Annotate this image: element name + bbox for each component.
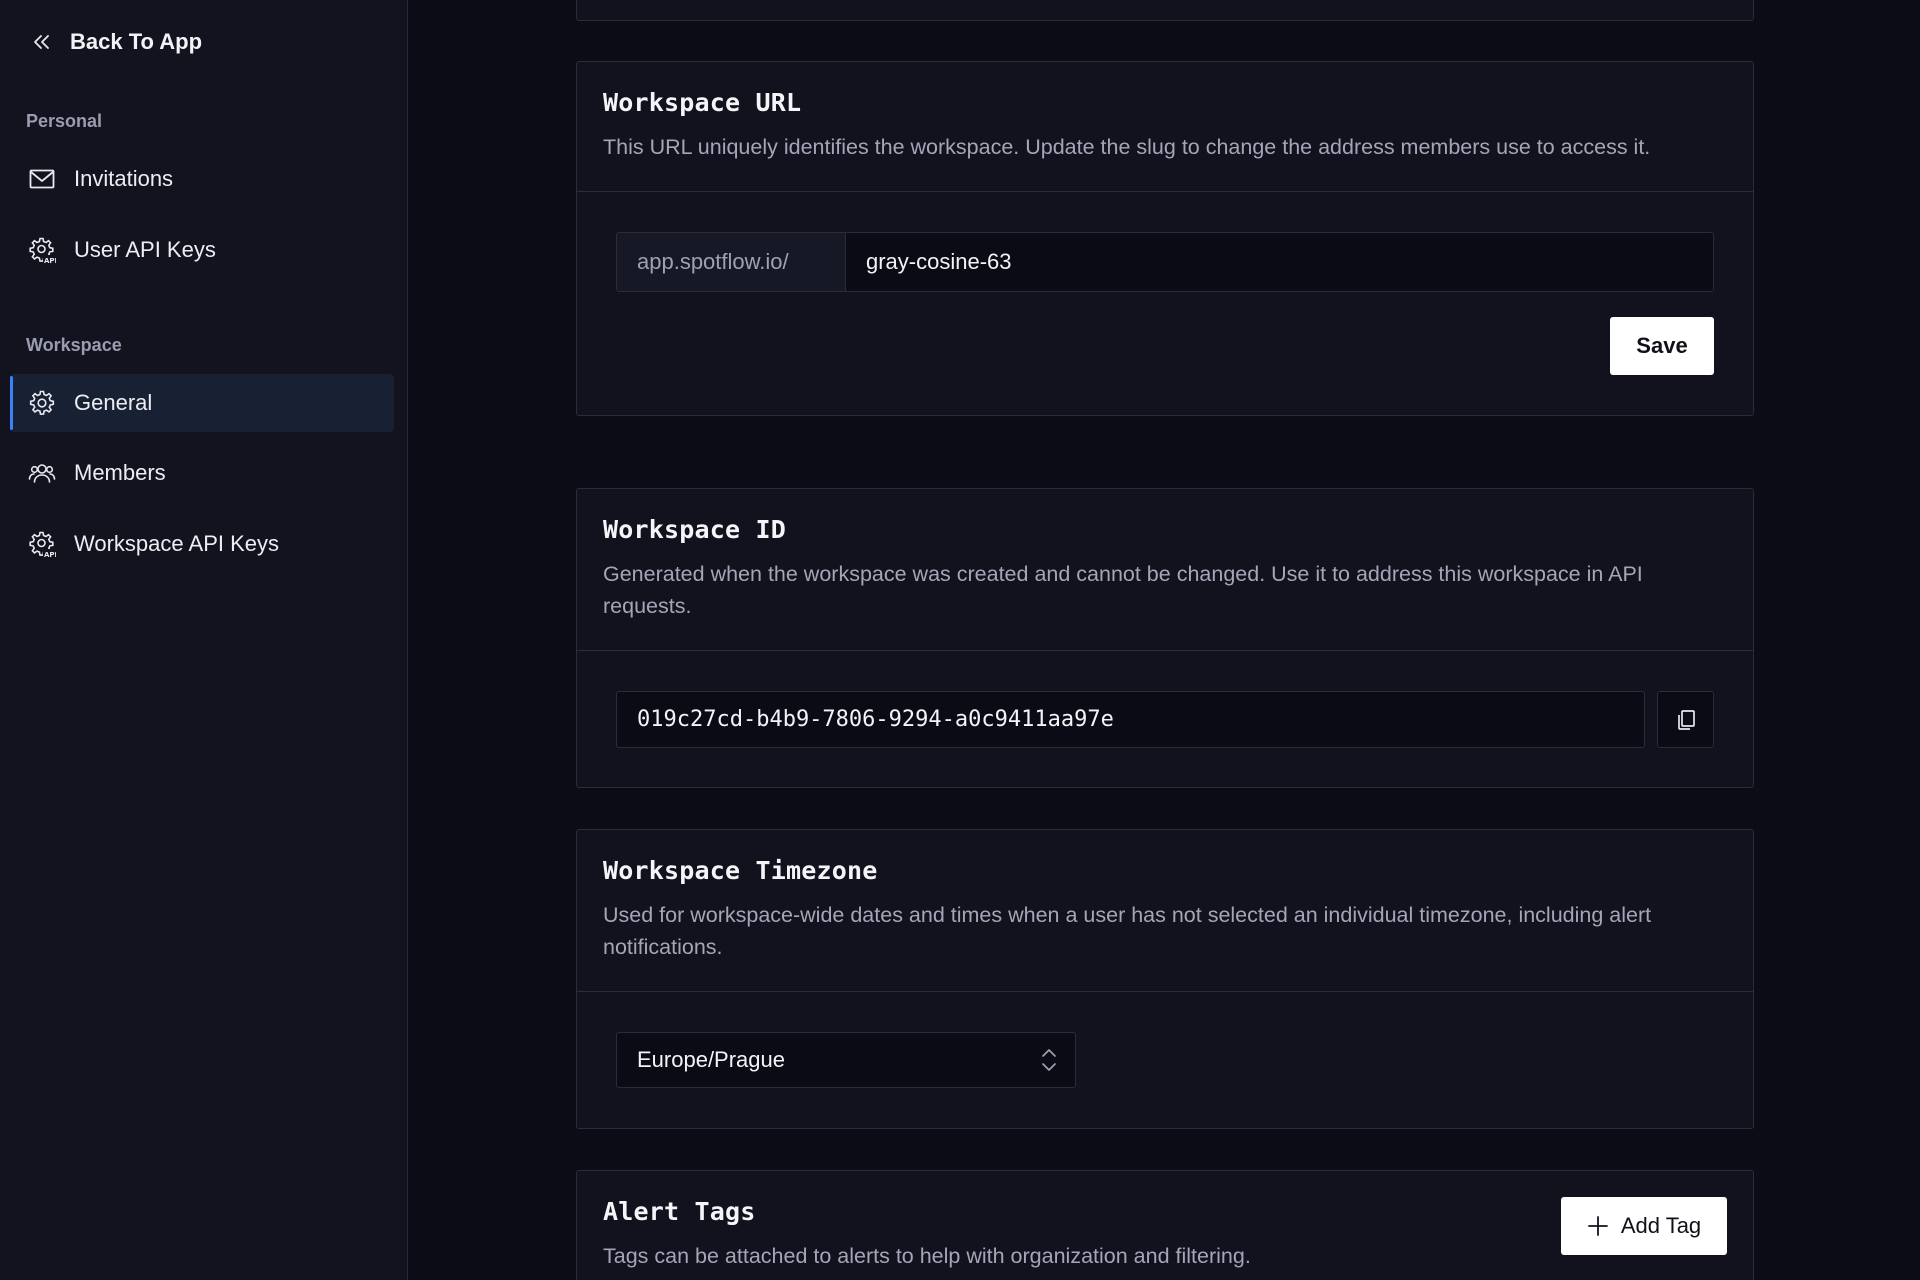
gear-api-icon: API xyxy=(29,531,56,558)
workspace-id-value[interactable]: 019c27cd-b4b9-7806-9294-a0c9411aa97e xyxy=(616,691,1645,748)
alert-tags-card: Alert Tags Tags can be attached to alert… xyxy=(576,1170,1754,1280)
timezone-select[interactable]: Europe/Prague xyxy=(616,1032,1076,1088)
svg-text:API: API xyxy=(44,551,56,558)
sidebar-item-label: User API Keys xyxy=(74,237,216,262)
workspace-url-field: app.spotflow.io/ xyxy=(616,232,1714,292)
settings-app: Back To App Personal Invitations API Use… xyxy=(0,0,1920,1280)
envelope-icon xyxy=(29,169,55,189)
sidebar-item-label: General xyxy=(74,390,153,415)
double-chevron-left-icon xyxy=(34,35,49,49)
workspace-id-card: Workspace ID Generated when the workspac… xyxy=(576,488,1754,788)
card-header: Workspace URL This URL uniquely identifi… xyxy=(577,62,1753,192)
card-header: Workspace Timezone Used for workspace-wi… xyxy=(577,830,1753,992)
users-icon xyxy=(28,464,56,483)
add-tag-label: Add Tag xyxy=(1620,1213,1702,1238)
card-body: Europe/Prague xyxy=(577,992,1753,1128)
card-description: Generated when the workspace was created… xyxy=(603,562,1643,618)
back-to-app-label: Back To App xyxy=(70,29,203,54)
add-tag-button[interactable]: Add Tag xyxy=(1561,1197,1727,1255)
card-body: app.spotflow.io/ Save xyxy=(577,192,1753,415)
copy-button[interactable] xyxy=(1657,691,1714,748)
card-body: 019c27cd-b4b9-7806-9294-a0c9411aa97e xyxy=(577,651,1753,787)
workspace-slug-input[interactable] xyxy=(846,233,1713,291)
workspace-section-label: Workspace xyxy=(26,335,122,355)
back-to-app-link[interactable]: Back To App xyxy=(30,22,202,62)
previous-card xyxy=(576,0,1754,21)
save-button[interactable]: Save xyxy=(1610,317,1714,375)
plus-icon xyxy=(1587,1216,1608,1236)
card-title: Alert Tags xyxy=(603,1197,756,1226)
personal-section-label: Personal xyxy=(26,111,103,131)
card-title: Workspace Timezone xyxy=(603,856,878,885)
sidebar-item-label: Workspace API Keys xyxy=(74,531,280,556)
sidebar-item-invitations[interactable]: Invitations xyxy=(10,150,394,208)
gear-icon xyxy=(29,390,55,415)
workspace-url-card: Workspace URL This URL uniquely identifi… xyxy=(576,61,1754,416)
timezone-selected-value: Europe/Prague xyxy=(637,1047,785,1072)
card-title: Workspace URL xyxy=(603,88,802,117)
workspace-timezone-card: Workspace Timezone Used for workspace-wi… xyxy=(576,829,1754,1129)
url-prefix: app.spotflow.io/ xyxy=(617,233,846,291)
sidebar: Back To App Personal Invitations API Use… xyxy=(0,0,408,1280)
sidebar-item-label: Invitations xyxy=(74,166,174,191)
card-description: Tags can be attached to alerts to help w… xyxy=(603,1244,1251,1268)
sidebar-item-user-api-keys[interactable]: API User API Keys xyxy=(10,221,394,279)
sidebar-item-workspace-api-keys[interactable]: API Workspace API Keys xyxy=(10,515,394,573)
card-header: Workspace ID Generated when the workspac… xyxy=(577,489,1753,651)
sidebar-item-label: Members xyxy=(74,460,166,485)
sidebar-item-members[interactable]: Members xyxy=(10,444,394,502)
sidebar-item-general[interactable]: General xyxy=(10,374,394,432)
card-title: Workspace ID xyxy=(603,515,787,544)
svg-text:API: API xyxy=(44,257,56,264)
copy-icon xyxy=(1677,709,1695,730)
gear-api-icon: API xyxy=(29,237,56,264)
card-description: This URL uniquely identifies the workspa… xyxy=(603,135,1651,159)
workspace-id-row: 019c27cd-b4b9-7806-9294-a0c9411aa97e xyxy=(616,691,1714,748)
card-description: Used for workspace-wide dates and times … xyxy=(603,903,1652,959)
chevron-up-down-icon xyxy=(1042,1049,1056,1071)
